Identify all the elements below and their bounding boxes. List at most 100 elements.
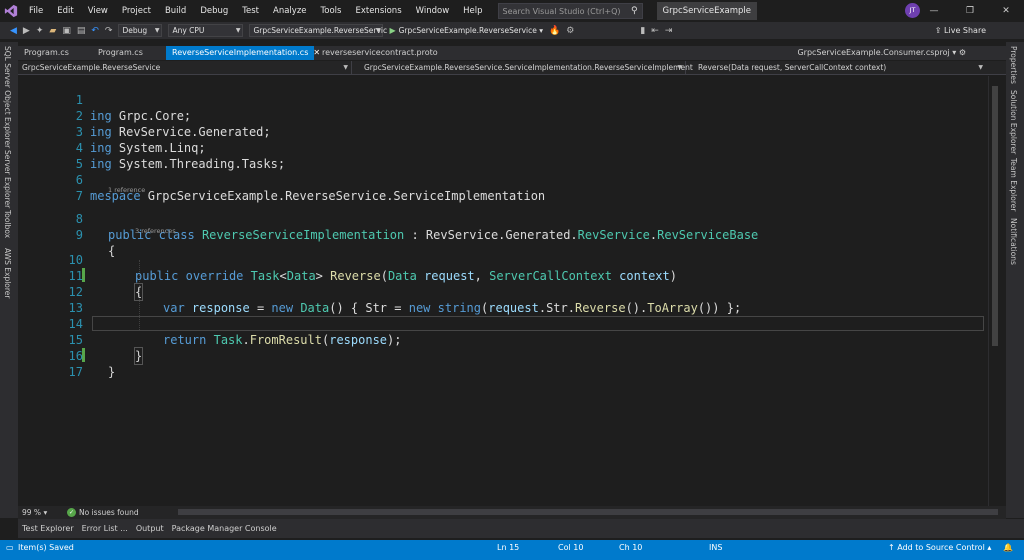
horizontal-scrollbar[interactable] (178, 509, 998, 515)
configuration-value: Debug (122, 26, 148, 35)
code-line: 3 ing System.Linq; (18, 108, 988, 155)
code-line: 13 (18, 284, 988, 315)
solution-name: GrpcServiceExample (656, 2, 757, 20)
status-bar: ▭ Item(s) Saved Ln 15 Col 10 Ch 10 INS ↑… (0, 540, 1024, 560)
source-control-label: Add to Source Control (897, 543, 985, 552)
tab-reverse-service-contract[interactable]: reverseservicecontract.proto (316, 46, 438, 60)
menu-bar: File Edit View Project Build Debug Test … (0, 0, 1024, 22)
menu-view[interactable]: View (81, 0, 115, 22)
platform-select[interactable]: Any CPU ▼ (168, 24, 244, 37)
menu-window[interactable]: Window (409, 0, 457, 22)
tab-output[interactable]: Output (132, 524, 168, 533)
scrollbar-thumb[interactable] (992, 86, 998, 346)
visual-studio-logo-icon (0, 0, 22, 22)
tool-window-tabs: Test Explorer Error List ... Output Pack… (18, 519, 1024, 538)
tab-program-cs-1[interactable]: Program.cs (18, 46, 90, 60)
bookmark-next-icon[interactable]: ⇥ (665, 26, 673, 36)
source-control-button[interactable]: ↑ Add to Source Control ▴ (888, 540, 991, 560)
member-dropdown-value: Reverse(Data request, ServerCallContext … (698, 63, 887, 72)
status-column[interactable]: Col 10 (558, 540, 583, 560)
menu-build[interactable]: Build (158, 0, 193, 22)
code-line: 9 { (18, 211, 988, 258)
issues-indicator[interactable]: ✓ No issues found (67, 508, 139, 517)
menu-extensions[interactable]: Extensions (348, 0, 408, 22)
open-icon[interactable]: ▰ (49, 26, 56, 36)
code-line: 15 } (18, 316, 988, 365)
status-line[interactable]: Ln 15 (497, 540, 519, 560)
member-dropdown[interactable]: Reverse(Data request, ServerCallContext … (686, 61, 986, 74)
run-button[interactable]: ▶ GrpcServiceExample.ReverseService ▾ (389, 26, 543, 35)
menu-file[interactable]: File (22, 0, 50, 22)
status-char[interactable]: Ch 10 (619, 540, 642, 560)
code-line: 16 } (18, 332, 988, 379)
menu-tools[interactable]: Tools (314, 0, 349, 22)
minimize-icon[interactable]: — (916, 0, 952, 22)
close-icon[interactable]: ✕ (988, 0, 1024, 22)
tab-error-list[interactable]: Error List ... (78, 524, 132, 533)
play-icon: ▶ (389, 26, 396, 35)
sql-server-object-explorer-tab[interactable]: SQL Server Object Explorer (3, 46, 12, 148)
forward-icon[interactable]: ▶ (23, 26, 30, 36)
new-project-icon[interactable]: ✦ (36, 26, 44, 36)
startup-project-value: GrpcServiceExample.ReverseServic (253, 26, 388, 35)
properties-tab[interactable]: Properties (1009, 46, 1018, 84)
chevron-down-icon: ▼ (343, 64, 348, 71)
line-number: 17 (68, 365, 83, 379)
aws-explorer-tab[interactable]: AWS Explorer (3, 248, 12, 299)
check-icon: ✓ (67, 508, 76, 517)
live-share-label: Live Share (944, 26, 986, 35)
hot-reload-icon[interactable]: 🔥 (549, 26, 560, 36)
type-dropdown-value: GrpcServiceExample.ReverseService.Servic… (364, 63, 693, 72)
menu-edit[interactable]: Edit (50, 0, 80, 22)
tab-test-explorer[interactable]: Test Explorer (18, 524, 78, 533)
navigation-bar: GrpcServiceExample.ReverseService ▼ Grpc… (18, 61, 1006, 75)
undo-icon[interactable]: ↶ (91, 26, 99, 36)
status-icon: ▭ (6, 543, 14, 552)
status-mode[interactable]: INS (709, 540, 722, 560)
save-icon[interactable]: ▣ (62, 26, 71, 36)
tab-reverse-service-implementation[interactable]: ReverseServiceImplementation.cs ✕ (166, 46, 320, 60)
toolbar-misc-icon[interactable]: ⚙ (566, 26, 574, 36)
tab-label: Program.cs (98, 48, 143, 57)
notification-bell-icon[interactable]: 🔔 (1003, 540, 1013, 560)
menu-debug[interactable]: Debug (193, 0, 235, 22)
zoom-level[interactable]: 99 % ▾ (22, 508, 67, 517)
type-dropdown[interactable]: GrpcServiceExample.ReverseService.Servic… (352, 61, 693, 74)
code-editor[interactable]: 1 ing Grpc.Core; 2 ing RevService.Genera… (18, 76, 988, 506)
configuration-select[interactable]: Debug ▼ (118, 24, 163, 37)
notifications-tab[interactable]: Notifications (1009, 218, 1018, 265)
run-target-label: GrpcServiceExample.ReverseService (398, 26, 537, 35)
back-icon[interactable]: ◀ (10, 26, 17, 36)
solution-explorer-tab[interactable]: Solution Explorer (1009, 90, 1018, 154)
startup-project-select[interactable]: GrpcServiceExample.ReverseServic ▼ (249, 24, 387, 37)
search-input[interactable]: Search Visual Studio (Ctrl+Q) ⚲ (497, 3, 643, 19)
codelens-references[interactable]: 3 references (135, 227, 176, 235)
menu-help[interactable]: Help (456, 0, 489, 22)
toolbar: ◀ ▶ ✦ ▰ ▣ ▤ ↶ ↷ Debug ▼ Any CPU ▼ GrpcSe… (0, 22, 1024, 39)
live-share-button[interactable]: ⇪ Live Share (935, 22, 986, 39)
project-dropdown[interactable]: GrpcServiceExample.ReverseService ▼ (18, 61, 352, 74)
tab-program-cs-2[interactable]: Program.cs (92, 46, 164, 60)
code-line: 17 (18, 348, 988, 379)
menu-project[interactable]: Project (115, 0, 158, 22)
codelens-references[interactable]: 1 reference (108, 186, 145, 194)
restore-icon[interactable]: ❐ (952, 0, 988, 22)
code-line: 8 public class ReverseServiceImplementat… (18, 195, 988, 242)
tab-package-manager-console[interactable]: Package Manager Console (168, 524, 281, 533)
chevron-down-icon[interactable]: ▾ (952, 48, 956, 57)
code-line: 6 mespace GrpcServiceExample.ReverseServ… (18, 156, 988, 203)
toolbox-tab[interactable]: Toolbox (3, 210, 12, 238)
server-explorer-tab[interactable]: Server Explorer (3, 150, 12, 208)
bookmark-prev-icon[interactable]: ⇤ (651, 26, 659, 36)
code-line: 2 ing RevService.Generated; (18, 92, 988, 139)
redo-icon[interactable]: ↷ (105, 26, 113, 36)
menu-analyze[interactable]: Analyze (266, 0, 314, 22)
team-explorer-tab[interactable]: Team Explorer (1009, 158, 1018, 211)
tab-consumer-csproj[interactable]: GrpcServiceExample.Consumer.csproj ▾ ⚙ (797, 46, 966, 60)
save-all-icon[interactable]: ▤ (77, 26, 86, 36)
chevron-down-icon: ▼ (235, 27, 241, 34)
bookmark-icon[interactable]: ▮ (640, 26, 645, 36)
menu-test[interactable]: Test (235, 0, 266, 22)
code-line: 12 var response = new Data() { Str = new… (18, 268, 988, 315)
vertical-scrollbar[interactable] (988, 76, 1000, 506)
